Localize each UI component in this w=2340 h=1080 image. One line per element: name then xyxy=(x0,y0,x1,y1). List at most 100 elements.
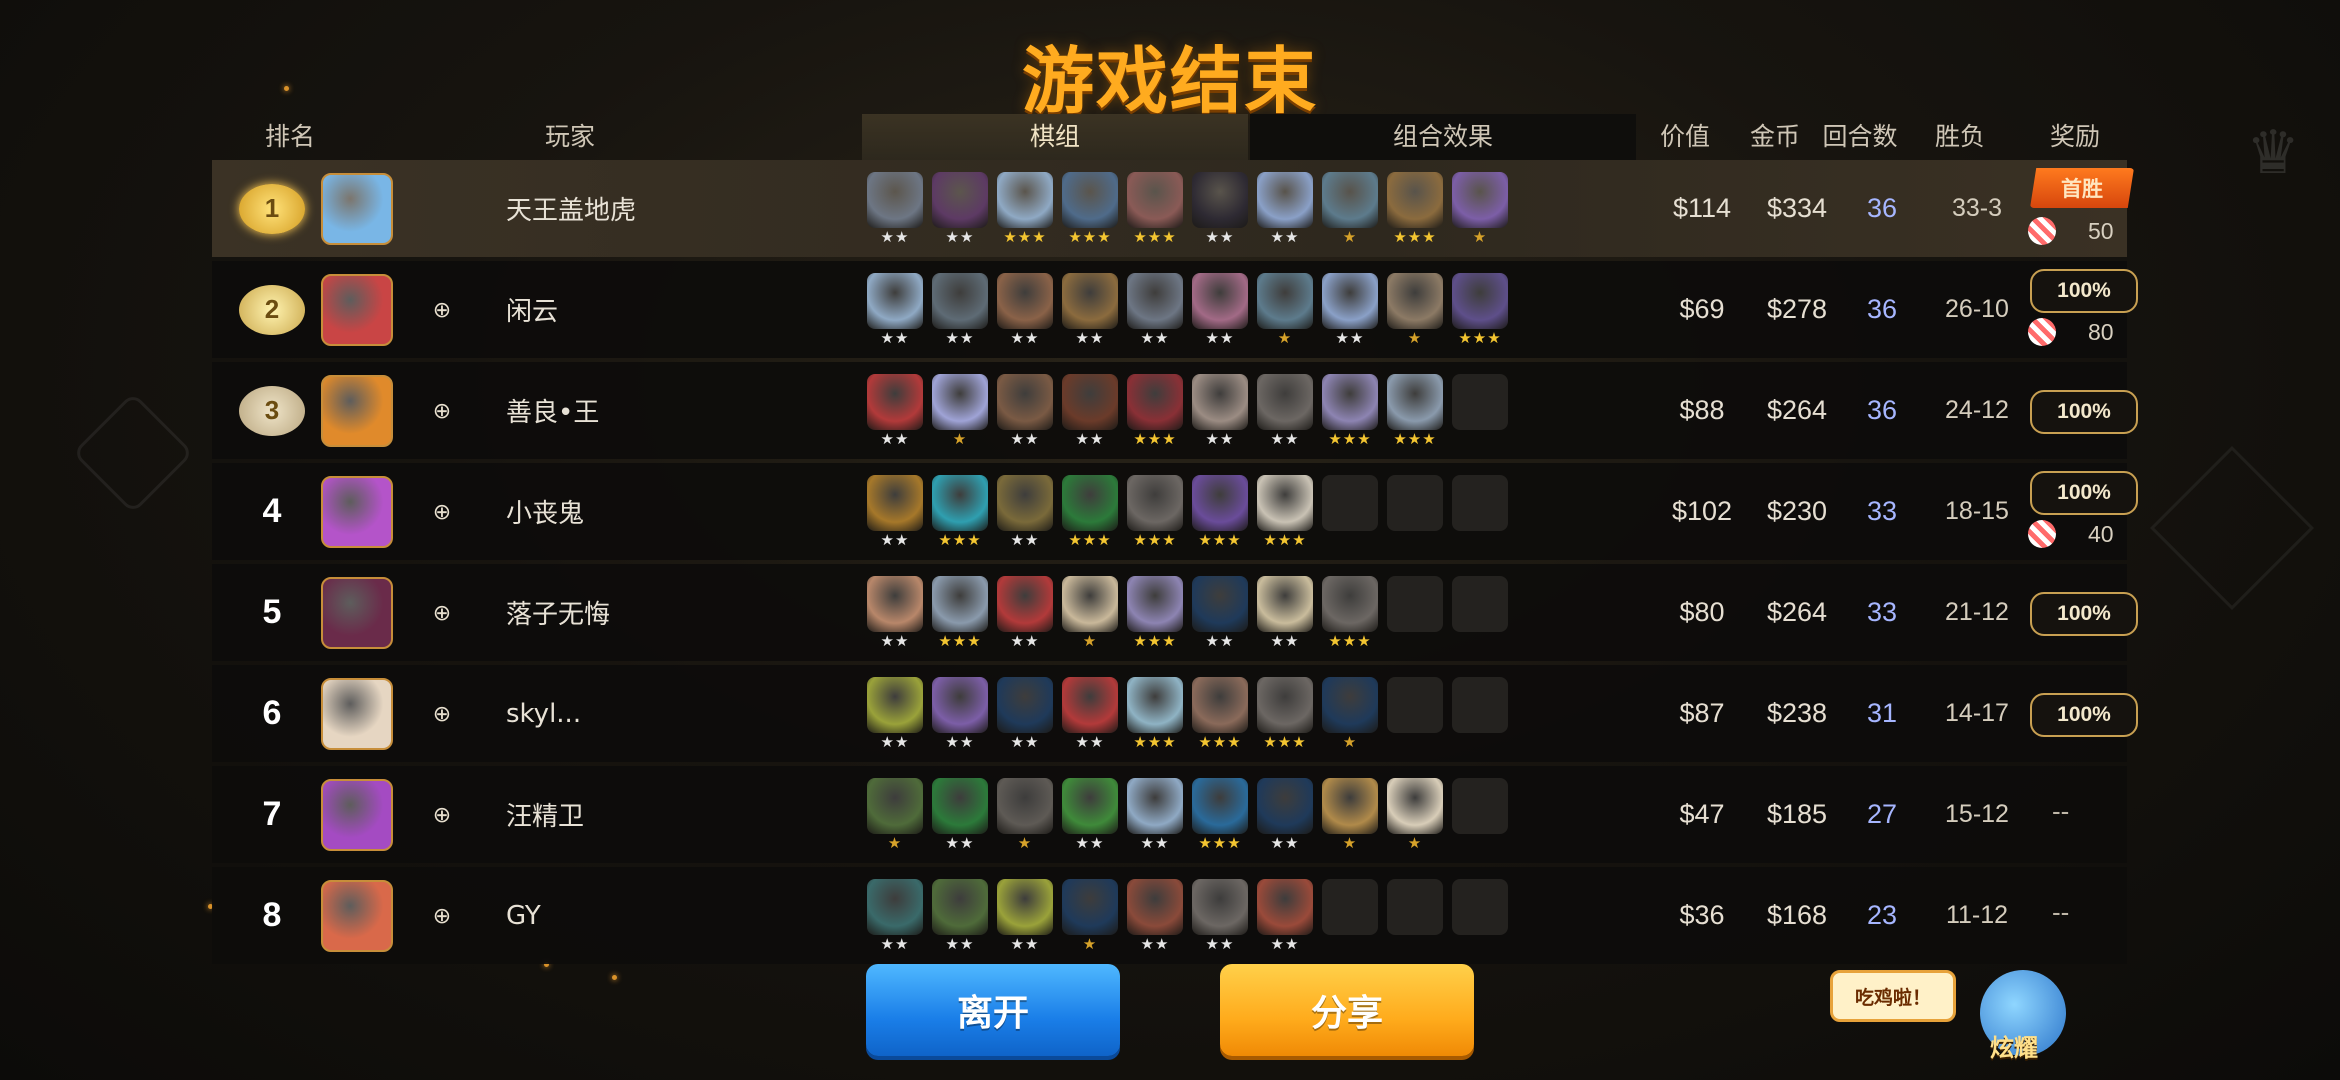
chess-piece[interactable]: ★★ xyxy=(1127,778,1183,852)
chess-piece[interactable]: ★ xyxy=(1062,576,1118,650)
table-row[interactable]: 2 ⊕ 闲云 ★★ ★★ ★★ ★★ ★★ ★★ ★ ★★ ★ ★★★ $69 $278 36 26-10 100… xyxy=(212,261,2138,358)
player-avatar[interactable] xyxy=(321,374,393,447)
chess-piece[interactable]: ★ xyxy=(1322,677,1378,751)
player-avatar[interactable] xyxy=(321,879,393,952)
tab-synergy[interactable]: 组合效果 xyxy=(1250,114,1636,160)
chess-piece[interactable]: ★★ xyxy=(997,677,1053,751)
chess-piece[interactable]: ★★★ xyxy=(1452,273,1508,347)
star-rating: ★ xyxy=(1082,936,1098,953)
chess-piece[interactable]: ★★ xyxy=(997,576,1053,650)
table-row[interactable]: 7 ⊕ 汪精卫 ★ ★★ ★ ★★ ★★ ★★★ ★★ ★ ★ $47 $185 27 15-12 -- xyxy=(212,766,2127,863)
chess-piece[interactable]: ★★ xyxy=(867,172,923,246)
rank-cell: 1 xyxy=(232,160,312,257)
chess-piece[interactable]: ★★ xyxy=(867,576,923,650)
table-row[interactable]: 4 ⊕ 小丧鬼 ★★ ★★★ ★★ ★★★ ★★★ ★★★ ★★★ $102 $230 33 18-15 1… xyxy=(212,463,2138,560)
add-friend-icon[interactable]: ⊕ xyxy=(427,700,457,728)
chess-piece[interactable]: ★★ xyxy=(932,273,988,347)
table-row[interactable]: 1 天王盖地虎 ★★ ★★ ★★★ ★★★ ★★★ ★★ ★★ ★ ★★★ ★ $114 $334 36 33… xyxy=(212,160,2134,257)
add-friend-icon[interactable]: ⊕ xyxy=(427,296,457,324)
chess-piece[interactable]: ★★ xyxy=(867,273,923,347)
chess-piece[interactable]: ★★ xyxy=(1257,374,1313,448)
chess-piece[interactable]: ★★★ xyxy=(1127,475,1183,549)
chess-piece[interactable]: ★★★ xyxy=(1192,677,1248,751)
chess-piece[interactable]: ★★★ xyxy=(932,475,988,549)
table-row[interactable]: 6 ⊕ skyl... ★★ ★★ ★★ ★★ ★★★ ★★★ ★★★ ★ $87 $238 31 14-1… xyxy=(212,665,2138,762)
chess-piece[interactable]: ★★★ xyxy=(1322,374,1378,448)
player-avatar[interactable] xyxy=(321,778,393,851)
chess-piece[interactable]: ★ xyxy=(1257,273,1313,347)
chess-piece[interactable]: ★★ xyxy=(867,677,923,751)
chess-piece[interactable]: ★★ xyxy=(932,879,988,953)
add-friend-icon[interactable]: ⊕ xyxy=(427,801,457,829)
chess-piece[interactable]: ★★★ xyxy=(1192,475,1248,549)
chess-piece[interactable]: ★ xyxy=(1322,172,1378,246)
player-avatar[interactable] xyxy=(321,677,393,750)
player-avatar[interactable] xyxy=(321,475,393,548)
bonus-badge: 100% xyxy=(2030,269,2138,313)
player-avatar[interactable] xyxy=(321,273,393,346)
chess-piece[interactable]: ★★★ xyxy=(1192,778,1248,852)
chess-piece[interactable]: ★★★ xyxy=(932,576,988,650)
table-row[interactable]: 3 ⊕ 善良•王 ★★ ★ ★★ ★★ ★★★ ★★ ★★ ★★★ ★★★ $88 $264 36 24-12… xyxy=(212,362,2138,459)
leave-button[interactable]: 离开 xyxy=(866,964,1120,1056)
chess-piece[interactable]: ★★ xyxy=(1192,879,1248,953)
chess-piece[interactable]: ★★ xyxy=(997,879,1053,953)
chess-piece[interactable]: ★★ xyxy=(1257,172,1313,246)
add-friend-icon[interactable]: ⊕ xyxy=(427,599,457,627)
chess-piece[interactable]: ★★ xyxy=(867,879,923,953)
chess-piece[interactable]: ★★ xyxy=(1127,879,1183,953)
chess-piece[interactable]: ★ xyxy=(997,778,1053,852)
chess-piece[interactable]: ★★ xyxy=(932,172,988,246)
chess-piece[interactable]: ★★★ xyxy=(1062,475,1118,549)
chess-piece[interactable]: ★★ xyxy=(1257,879,1313,953)
chess-piece[interactable]: ★ xyxy=(932,374,988,448)
chess-piece[interactable]: ★★★ xyxy=(1387,172,1443,246)
chess-piece[interactable]: ★★ xyxy=(1192,374,1248,448)
chess-piece[interactable]: ★★ xyxy=(867,475,923,549)
chess-piece[interactable]: ★ xyxy=(1387,778,1443,852)
chess-piece[interactable]: ★★★ xyxy=(1127,374,1183,448)
chess-piece[interactable]: ★★ xyxy=(1192,273,1248,347)
show-off-label[interactable]: 炫耀 xyxy=(1990,1028,2038,1063)
chess-piece[interactable]: ★★★ xyxy=(1127,576,1183,650)
chess-piece[interactable]: ★★ xyxy=(1062,778,1118,852)
chess-piece[interactable]: ★★ xyxy=(1062,273,1118,347)
chess-piece[interactable]: ★★ xyxy=(1257,778,1313,852)
tab-lineup[interactable]: 棋组 xyxy=(862,114,1248,163)
share-button[interactable]: 分享 xyxy=(1220,964,1474,1056)
chess-piece[interactable]: ★★ xyxy=(997,374,1053,448)
player-avatar[interactable] xyxy=(321,576,393,649)
chess-piece[interactable]: ★★★ xyxy=(1127,172,1183,246)
chess-piece[interactable]: ★★ xyxy=(1192,576,1248,650)
table-row[interactable]: 5 ⊕ 落子无悔 ★★ ★★★ ★★ ★ ★★★ ★★ ★★ ★★★ $80 $264 33 21-12 10… xyxy=(212,564,2138,661)
chess-piece[interactable]: ★ xyxy=(1387,273,1443,347)
chess-piece[interactable]: ★★ xyxy=(932,677,988,751)
star-rating: ★ xyxy=(1407,330,1423,347)
chess-piece[interactable]: ★ xyxy=(1062,879,1118,953)
table-row[interactable]: 8 ⊕ GY ★★ ★★ ★★ ★ ★★ ★★ ★★ $36 $168 23 11-12 -- xyxy=(212,867,2127,964)
chess-piece[interactable]: ★★ xyxy=(932,778,988,852)
chess-piece[interactable]: ★★★ xyxy=(1062,172,1118,246)
chess-piece[interactable]: ★★ xyxy=(1127,273,1183,347)
chess-piece[interactable]: ★★★ xyxy=(997,172,1053,246)
chess-piece[interactable]: ★★ xyxy=(867,374,923,448)
chess-piece[interactable]: ★★ xyxy=(1062,374,1118,448)
add-friend-icon[interactable]: ⊕ xyxy=(427,902,457,930)
chess-piece[interactable]: ★★★ xyxy=(1322,576,1378,650)
chess-piece[interactable]: ★★ xyxy=(1062,677,1118,751)
chess-piece[interactable]: ★★ xyxy=(1257,576,1313,650)
add-friend-icon[interactable]: ⊕ xyxy=(427,397,457,425)
chess-piece[interactable]: ★★★ xyxy=(1257,677,1313,751)
chess-piece[interactable]: ★★★ xyxy=(1387,374,1443,448)
chess-piece[interactable]: ★★ xyxy=(997,273,1053,347)
player-avatar[interactable] xyxy=(321,172,393,245)
chess-piece[interactable]: ★★★ xyxy=(1257,475,1313,549)
chess-piece[interactable]: ★★ xyxy=(1192,172,1248,246)
chess-piece[interactable]: ★★ xyxy=(1322,273,1378,347)
chess-piece[interactable]: ★ xyxy=(867,778,923,852)
chess-piece[interactable]: ★★★ xyxy=(1127,677,1183,751)
chess-piece[interactable]: ★★ xyxy=(997,475,1053,549)
chess-piece[interactable]: ★ xyxy=(1322,778,1378,852)
add-friend-icon[interactable]: ⊕ xyxy=(427,498,457,526)
chess-piece[interactable]: ★ xyxy=(1452,172,1508,246)
